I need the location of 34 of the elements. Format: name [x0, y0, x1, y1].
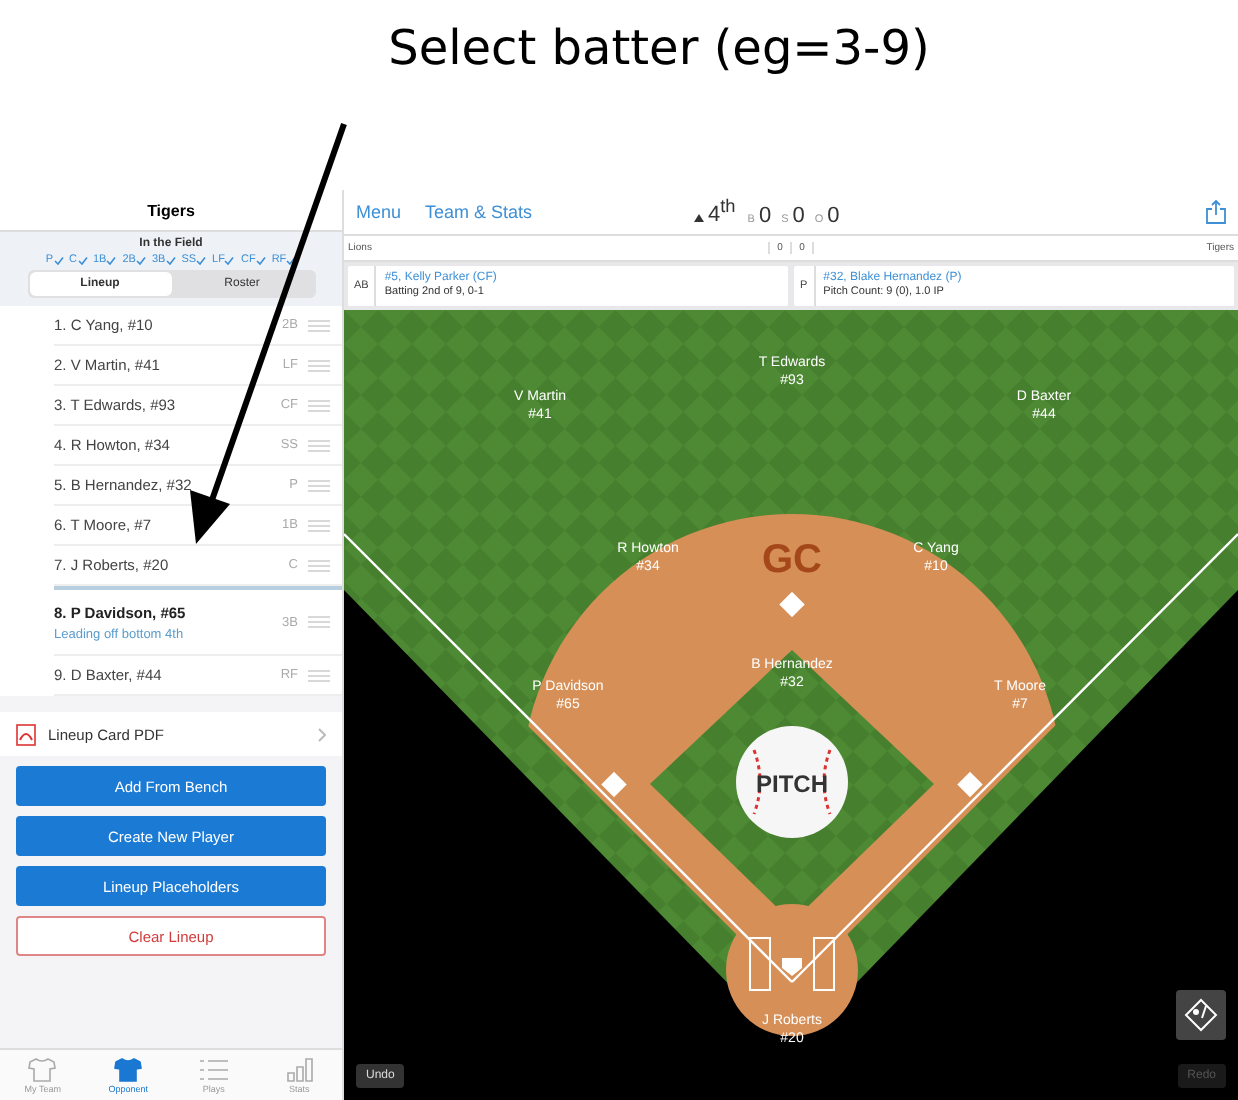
count-value: 0: [758, 203, 772, 228]
home-plate: [782, 958, 802, 976]
bar-chart-icon: [285, 1057, 314, 1081]
pdf-icon: [16, 723, 36, 745]
drag-handle-icon[interactable]: [308, 669, 330, 681]
base: [601, 771, 627, 798]
count-value: 0: [792, 203, 805, 228]
drag-handle-icon[interactable]: [308, 479, 330, 491]
base: [779, 591, 805, 618]
drag-handle-icon[interactable]: [308, 616, 330, 628]
drag-handle-icon[interactable]: [308, 359, 330, 371]
annotation-text: Select batter (eg=3-9): [388, 20, 930, 76]
count-value: 0: [827, 203, 840, 228]
drag-handle-icon[interactable]: [308, 559, 330, 571]
team-title: Tigers: [0, 190, 342, 232]
top-link[interactable]: Menu: [356, 202, 402, 223]
drag-handle-icon[interactable]: [308, 519, 330, 531]
shirt-icon: [114, 1057, 143, 1081]
drag-handle-icon[interactable]: [308, 439, 330, 451]
home-plate-dirt: [726, 904, 858, 1036]
base: [957, 771, 983, 798]
top-link[interactable]: Team & Stats: [425, 202, 533, 223]
share-icon[interactable]: [1206, 200, 1226, 225]
pitch-button[interactable]: PITCH: [736, 726, 848, 838]
field-view-icon[interactable]: [1176, 990, 1226, 1040]
inning-number: 4$^{th}$: [708, 196, 736, 228]
drag-handle-icon[interactable]: [308, 319, 330, 331]
logo-text: GC: [762, 538, 822, 582]
chevron-icon: [318, 727, 326, 741]
batter-box: [749, 937, 771, 991]
shirt-icon: [28, 1057, 57, 1081]
drag-handle-icon[interactable]: [308, 399, 330, 411]
list-icon: [199, 1057, 228, 1081]
batter-box: [813, 937, 835, 991]
